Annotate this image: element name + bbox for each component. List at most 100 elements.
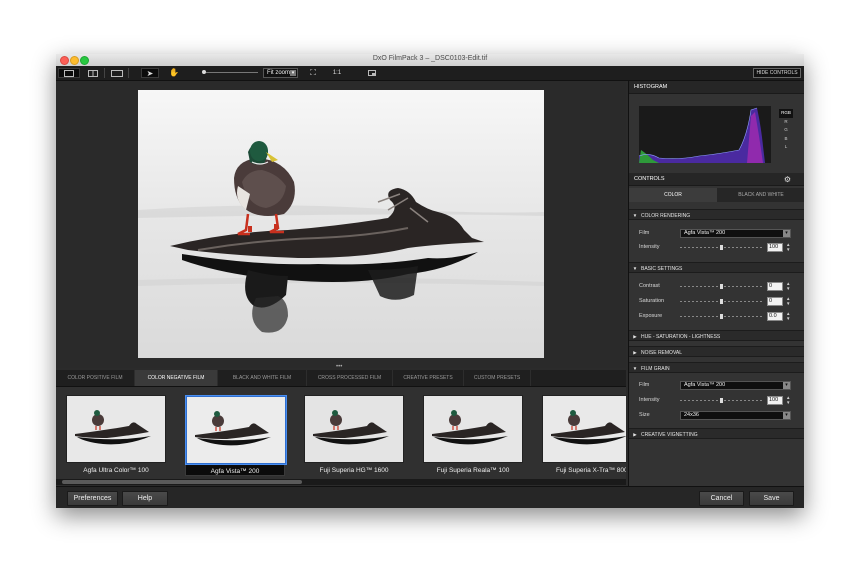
grain-film-select[interactable]: Agfa Vista™ 200 ▾ — [680, 381, 791, 390]
scrollbar-thumb[interactable] — [62, 480, 302, 484]
cancel-button[interactable]: Cancel — [699, 491, 744, 506]
film-grain-size-row: Size 24x36 ▾ — [629, 409, 804, 422]
contrast-slider[interactable] — [680, 284, 762, 289]
grain-intensity-stepper[interactable]: ▲ ▼ — [786, 395, 790, 405]
controls-title: CONTROLS — [634, 176, 665, 182]
channel-rgb[interactable]: RGB — [779, 109, 793, 118]
tab-cross-processed-film[interactable]: CROSS PROCESSED FILM — [307, 370, 393, 386]
grain-film-value: Agfa Vista™ 200 — [684, 382, 726, 388]
tab-color[interactable]: COLOR — [629, 188, 717, 202]
thumbnail-item[interactable]: Agfa Ultra Color™ 100 — [66, 395, 166, 474]
section-title: BASIC SETTINGS — [641, 266, 683, 272]
tab-color-negative-film[interactable]: COLOR NEGATIVE FILM — [135, 370, 218, 386]
thumbnail-image — [423, 395, 523, 463]
side-by-side-view-button[interactable] — [106, 68, 129, 78]
hand-icon: ✋ — [169, 68, 179, 77]
film-select[interactable]: Agfa Vista™ 200 ▾ — [680, 229, 791, 238]
film-category-tabs: COLOR POSITIVE FILM COLOR NEGATIVE FILM … — [56, 370, 626, 387]
section-title: HUE - SATURATION - LIGHTNESS — [641, 334, 721, 340]
thumbnail-item[interactable]: Fuji Superia X-Tra™ 800 — [542, 395, 626, 474]
grain-size-select[interactable]: 24x36 ▾ — [680, 411, 791, 420]
section-title: NOISE REMOVAL — [641, 350, 683, 356]
select-tool-button[interactable]: ➤ — [141, 68, 159, 78]
single-view-button[interactable] — [58, 68, 80, 78]
channel-b[interactable]: B — [779, 135, 793, 144]
slider-knob[interactable] — [720, 299, 723, 304]
triangle-down-icon: ▼ — [632, 213, 638, 218]
exposure-stepper[interactable]: ▲ ▼ — [786, 311, 790, 321]
color-rendering-intensity-row: Intensity 100 ▲ ▼ — [629, 241, 804, 254]
hand-tool-button[interactable]: ✋ — [167, 68, 181, 78]
triangle-right-icon: ▶ — [633, 432, 637, 437]
grain-intensity-slider[interactable] — [680, 398, 762, 403]
section-noise-removal[interactable]: ▶ NOISE REMOVAL — [629, 346, 804, 357]
zoom-slider[interactable] — [206, 72, 258, 73]
thumbnail-item[interactable]: Fuji Superia HG™ 1600 — [304, 395, 404, 474]
film-select-value: Agfa Vista™ 200 — [684, 230, 726, 236]
preferences-button[interactable]: Preferences — [67, 491, 118, 506]
section-title: CREATIVE VIGNETTING — [641, 432, 698, 438]
saturation-value-field[interactable]: 0 — [767, 297, 783, 306]
tab-custom-presets[interactable]: CUSTOM PRESETS — [464, 370, 531, 386]
controls-panel: HISTOGRAM RGB R G B L CONTROLS ⚙ COLOR B… — [628, 81, 804, 486]
actual-size-button[interactable]: 1:1 — [330, 68, 344, 78]
intensity-stepper[interactable]: ▲ ▼ — [786, 242, 790, 252]
controls-header: CONTROLS ⚙ — [629, 173, 804, 186]
saturation-stepper[interactable]: ▲ ▼ — [786, 296, 790, 306]
split-view-button[interactable] — [82, 68, 105, 78]
slider-knob[interactable] — [720, 245, 723, 250]
compare-button[interactable] — [366, 68, 378, 78]
zoom-select[interactable]: Fit zoom ▾ — [263, 68, 298, 78]
contrast-value-field[interactable]: 0 — [767, 282, 783, 291]
section-color-rendering[interactable]: ▼ COLOR RENDERING — [629, 209, 804, 220]
hide-controls-button[interactable]: HIDE CONTROLS — [753, 68, 801, 78]
tab-creative-presets[interactable]: CREATIVE PRESETS — [393, 370, 464, 386]
chevron-down-icon: ▾ — [290, 70, 296, 76]
triangle-right-icon: ▶ — [633, 334, 637, 339]
tab-black-and-white[interactable]: BLACK AND WHITE — [717, 188, 804, 202]
intensity-label: Intensity — [639, 244, 660, 250]
fit-screen-button[interactable]: ⛶ — [307, 68, 319, 78]
intensity-slider[interactable] — [680, 245, 762, 250]
section-basic-settings[interactable]: ▼ BASIC SETTINGS — [629, 262, 804, 273]
exposure-slider[interactable] — [680, 314, 762, 319]
thumbnail-label: Fuji Superia X-Tra™ 800 — [556, 467, 626, 474]
thumbnail-item-selected[interactable]: Agfa Vista™ 200 — [185, 395, 286, 476]
film-label: Film — [639, 230, 650, 236]
chevron-down-icon: ▾ — [783, 230, 790, 237]
contrast-stepper[interactable]: ▲ ▼ — [786, 281, 790, 291]
split-view-icon — [88, 69, 98, 77]
slider-knob[interactable] — [720, 314, 723, 319]
intensity-value-field[interactable]: 100 — [767, 243, 783, 252]
saturation-slider[interactable] — [680, 299, 762, 304]
triangle-right-icon: ▶ — [633, 350, 637, 355]
grain-intensity-value-field[interactable]: 100 — [767, 396, 783, 405]
save-button[interactable]: Save — [749, 491, 794, 506]
section-film-grain[interactable]: ▼ FILM GRAIN — [629, 362, 804, 373]
channel-g[interactable]: G — [779, 126, 793, 135]
thumbnail-scrollbar[interactable] — [56, 479, 626, 485]
thumbnail-image — [304, 395, 404, 463]
exposure-value-field[interactable]: 0.0 — [767, 312, 783, 321]
triangle-down-icon: ▼ — [632, 266, 638, 271]
film-grain-intensity-row: Intensity 100 ▲ ▼ — [629, 394, 804, 407]
help-button[interactable]: Help — [122, 491, 168, 506]
tab-black-and-white-film[interactable]: BLACK AND WHITE FILM — [218, 370, 307, 386]
slider-knob[interactable] — [720, 398, 723, 403]
film-label: Film — [639, 382, 650, 388]
exposure-label: Exposure — [639, 313, 663, 319]
histogram-header: HISTOGRAM — [629, 81, 804, 94]
compare-icon — [368, 70, 376, 76]
section-creative-vignetting[interactable]: ▶ CREATIVE VIGNETTING — [629, 428, 804, 439]
gear-icon[interactable]: ⚙ — [784, 175, 791, 184]
slider-knob[interactable] — [720, 284, 723, 289]
exposure-row: Exposure 0.0 ▲ ▼ — [629, 310, 804, 323]
intensity-label: Intensity — [639, 397, 660, 403]
channel-r[interactable]: R — [779, 118, 793, 127]
thumbnail-image — [542, 395, 626, 463]
channel-l[interactable]: L — [779, 143, 793, 152]
tab-color-positive-film[interactable]: COLOR POSITIVE FILM — [56, 370, 135, 386]
image-viewer[interactable]: ••• — [56, 81, 626, 370]
section-hue-saturation-lightness[interactable]: ▶ HUE - SATURATION - LIGHTNESS — [629, 330, 804, 341]
thumbnail-item[interactable]: Fuji Superia Reala™ 100 — [423, 395, 523, 474]
